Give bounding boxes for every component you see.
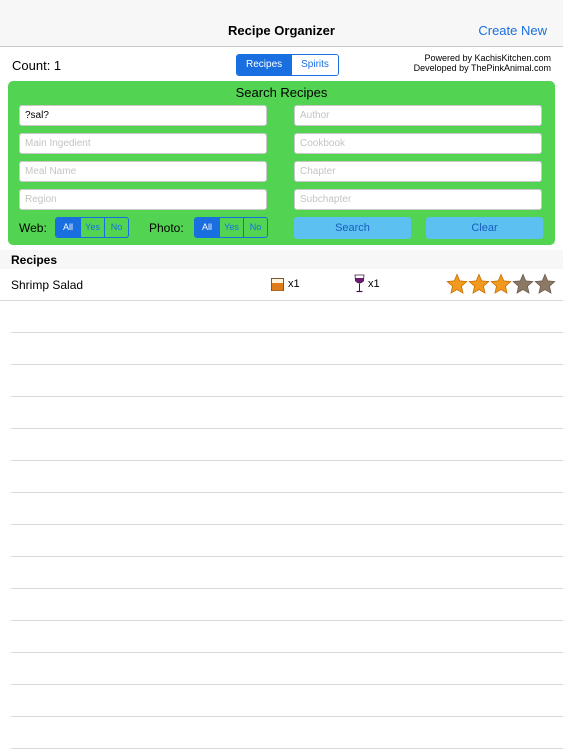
- clear-button[interactable]: Clear: [426, 217, 543, 239]
- web-filter-no[interactable]: No: [104, 218, 128, 237]
- empty-table-row: [11, 685, 563, 717]
- create-new-button[interactable]: Create New: [478, 23, 547, 38]
- empty-table-row: [11, 589, 563, 621]
- empty-table-row: [11, 717, 563, 749]
- web-filter-label: Web:: [19, 221, 47, 235]
- category-segmented-control: Recipes Spirits: [236, 54, 339, 76]
- star-filled-icon[interactable]: [490, 273, 512, 295]
- segment-spirits[interactable]: Spirits: [291, 55, 338, 75]
- wine-glass-icon: [354, 274, 365, 293]
- star-filled-icon[interactable]: [446, 273, 468, 295]
- credits: Powered by KachisKitchen.com Developed b…: [414, 53, 551, 73]
- search-button[interactable]: Search: [294, 217, 411, 239]
- web-filter-yes[interactable]: Yes: [80, 218, 104, 237]
- credits-powered-by: Powered by KachisKitchen.com: [424, 53, 551, 63]
- web-filter-all[interactable]: All: [56, 218, 80, 237]
- navigation-bar: Recipe Organizer Create New: [0, 0, 563, 47]
- region-field[interactable]: [19, 189, 267, 210]
- recipes-section-header: Recipes: [0, 250, 563, 269]
- author-field[interactable]: [294, 105, 542, 126]
- count-label: Count: 1: [12, 58, 62, 73]
- chapter-field[interactable]: [294, 161, 542, 182]
- recipe-name: Shrimp Salad: [11, 278, 84, 292]
- web-filter-control: All Yes No: [55, 217, 129, 238]
- main-ingredient-field[interactable]: [19, 133, 267, 154]
- photo-filter-no[interactable]: No: [243, 218, 267, 237]
- empty-table-row: [11, 333, 563, 365]
- photo-filter-yes[interactable]: Yes: [219, 218, 243, 237]
- empty-table-row: [11, 301, 563, 333]
- star-rating[interactable]: [446, 273, 556, 295]
- segment-recipes[interactable]: Recipes: [237, 55, 292, 75]
- recipe-name-field[interactable]: [19, 105, 267, 126]
- search-panel-title: Search Recipes: [235, 85, 328, 100]
- empty-rows: [0, 301, 563, 749]
- drink-count: x1: [288, 278, 300, 290]
- wine-count: x1: [368, 278, 380, 290]
- star-empty-icon[interactable]: [512, 273, 534, 295]
- table-row[interactable]: Shrimp Salad x1 x1: [0, 269, 563, 301]
- empty-table-row: [11, 525, 563, 557]
- empty-table-row: [11, 397, 563, 429]
- recipes-section-title: Recipes: [11, 253, 58, 267]
- photo-filter-control: All Yes No: [194, 217, 268, 238]
- empty-table-row: [11, 653, 563, 685]
- empty-table-row: [11, 493, 563, 525]
- empty-table-row: [11, 365, 563, 397]
- recipe-list: Shrimp Salad x1 x1: [0, 269, 563, 749]
- empty-table-row: [11, 621, 563, 653]
- meal-name-field[interactable]: [19, 161, 267, 182]
- photo-filter-all[interactable]: All: [195, 218, 219, 237]
- photo-filter-label: Photo:: [149, 221, 184, 235]
- star-empty-icon[interactable]: [534, 273, 556, 295]
- credits-developed-by: Developed by ThePinkAnimal.com: [413, 63, 551, 73]
- cookbook-field[interactable]: [294, 133, 542, 154]
- glass-icon: [271, 278, 284, 291]
- subchapter-field[interactable]: [294, 189, 542, 210]
- empty-table-row: [11, 461, 563, 493]
- empty-table-row: [11, 429, 563, 461]
- empty-table-row: [11, 557, 563, 589]
- star-filled-icon[interactable]: [468, 273, 490, 295]
- search-panel: Search Recipes Web: All Yes No Photo: Al…: [8, 81, 555, 245]
